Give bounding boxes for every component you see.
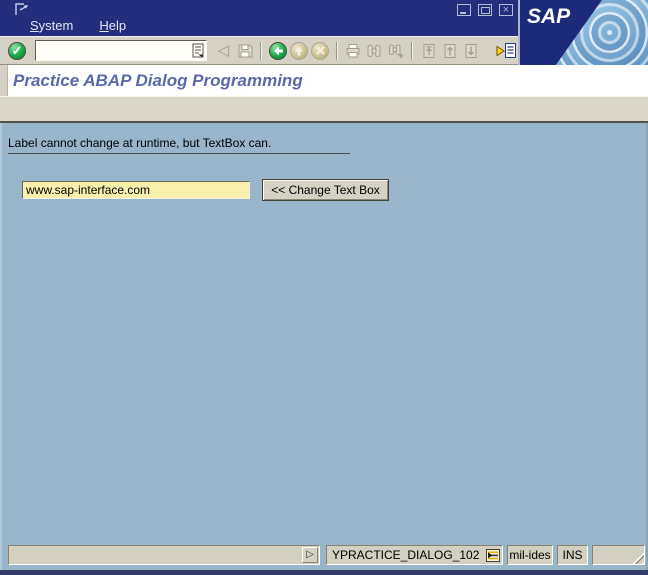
find-button[interactable]	[365, 41, 384, 61]
status-server-field: mil-ides	[507, 545, 553, 565]
command-field[interactable]	[35, 40, 208, 61]
enter-icon: ✓	[8, 41, 27, 60]
minimize-icon[interactable]	[457, 4, 471, 16]
save-icon	[238, 44, 253, 57]
menu-bar: System Help	[26, 17, 130, 34]
status-expand-icon[interactable]: ▷	[302, 547, 318, 563]
cancel-button[interactable]	[310, 41, 330, 61]
sap-logo-text: SAP	[527, 5, 571, 28]
previous-item-icon: ◁	[217, 42, 230, 59]
resize-grip-icon[interactable]	[629, 549, 644, 564]
toolbar-separator	[260, 41, 263, 60]
window-controls: ×	[457, 4, 513, 16]
page-down-icon	[465, 43, 477, 58]
find-next-icon	[388, 44, 403, 58]
title-left-block	[0, 65, 8, 96]
status-transaction-field: YPRACTICE_DIALOG_102	[326, 545, 503, 565]
page-up-icon	[444, 43, 456, 58]
sap-gui-window: System Help × ✓ ◁ SAP Practice ABAP Dial…	[0, 0, 648, 575]
url-textbox[interactable]	[22, 181, 250, 199]
status-server-text: mil-ides	[509, 548, 551, 562]
save-button[interactable]	[235, 41, 254, 61]
back-icon	[268, 41, 287, 60]
window-bottom-border	[0, 570, 648, 575]
system-menu-icon[interactable]	[12, 1, 32, 16]
exit-icon	[289, 41, 308, 60]
menu-system[interactable]: System	[26, 17, 77, 34]
find-next-button[interactable]	[386, 41, 405, 61]
page-up-button[interactable]	[440, 41, 459, 61]
sap-logo: SAP	[518, 0, 648, 65]
transaction-list-icon[interactable]	[486, 548, 500, 562]
page-title: Practice ABAP Dialog Programming	[13, 70, 303, 90]
status-insert-mode-field: INS	[557, 545, 588, 565]
status-insert-mode-text: INS	[562, 548, 583, 562]
application-toolbar	[0, 96, 648, 123]
new-session-button[interactable]	[494, 41, 517, 61]
find-icon	[367, 44, 381, 57]
page-down-button[interactable]	[461, 41, 480, 61]
maximize-icon[interactable]	[478, 4, 492, 16]
titlebar: System Help × ✓ ◁ SAP	[0, 0, 648, 65]
previous-item-button[interactable]: ◁	[214, 41, 233, 61]
print-button[interactable]	[344, 41, 363, 61]
main-content: Label cannot change at runtime, but Text…	[0, 123, 648, 570]
close-icon[interactable]: ×	[499, 4, 513, 16]
toolbar-separator	[411, 41, 414, 60]
status-message-field: ▷	[8, 545, 320, 565]
back-button[interactable]	[268, 41, 287, 61]
print-icon	[346, 43, 360, 57]
status-end-field	[592, 545, 645, 565]
command-input[interactable]	[39, 43, 193, 58]
enter-button[interactable]: ✓	[7, 40, 27, 61]
label-underline	[8, 153, 350, 154]
exit-button[interactable]	[289, 41, 308, 61]
screen-title-row: Practice ABAP Dialog Programming	[0, 65, 648, 96]
first-page-icon	[423, 43, 435, 58]
menu-help[interactable]: Help	[95, 17, 130, 34]
new-session-icon	[496, 42, 516, 58]
runtime-label: Label cannot change at runtime, but Text…	[8, 136, 272, 150]
standard-toolbar: ✓ ◁	[0, 36, 518, 65]
status-message-text	[9, 548, 14, 562]
titlebar-row: System Help ×	[0, 0, 518, 36]
change-textbox-button[interactable]: << Change Text Box	[262, 179, 389, 201]
cancel-icon	[311, 41, 330, 60]
command-history-icon[interactable]	[192, 43, 204, 59]
status-transaction-text: YPRACTICE_DIALOG_102	[332, 548, 480, 562]
first-page-button[interactable]	[419, 41, 438, 61]
toolbar-separator	[335, 41, 338, 60]
